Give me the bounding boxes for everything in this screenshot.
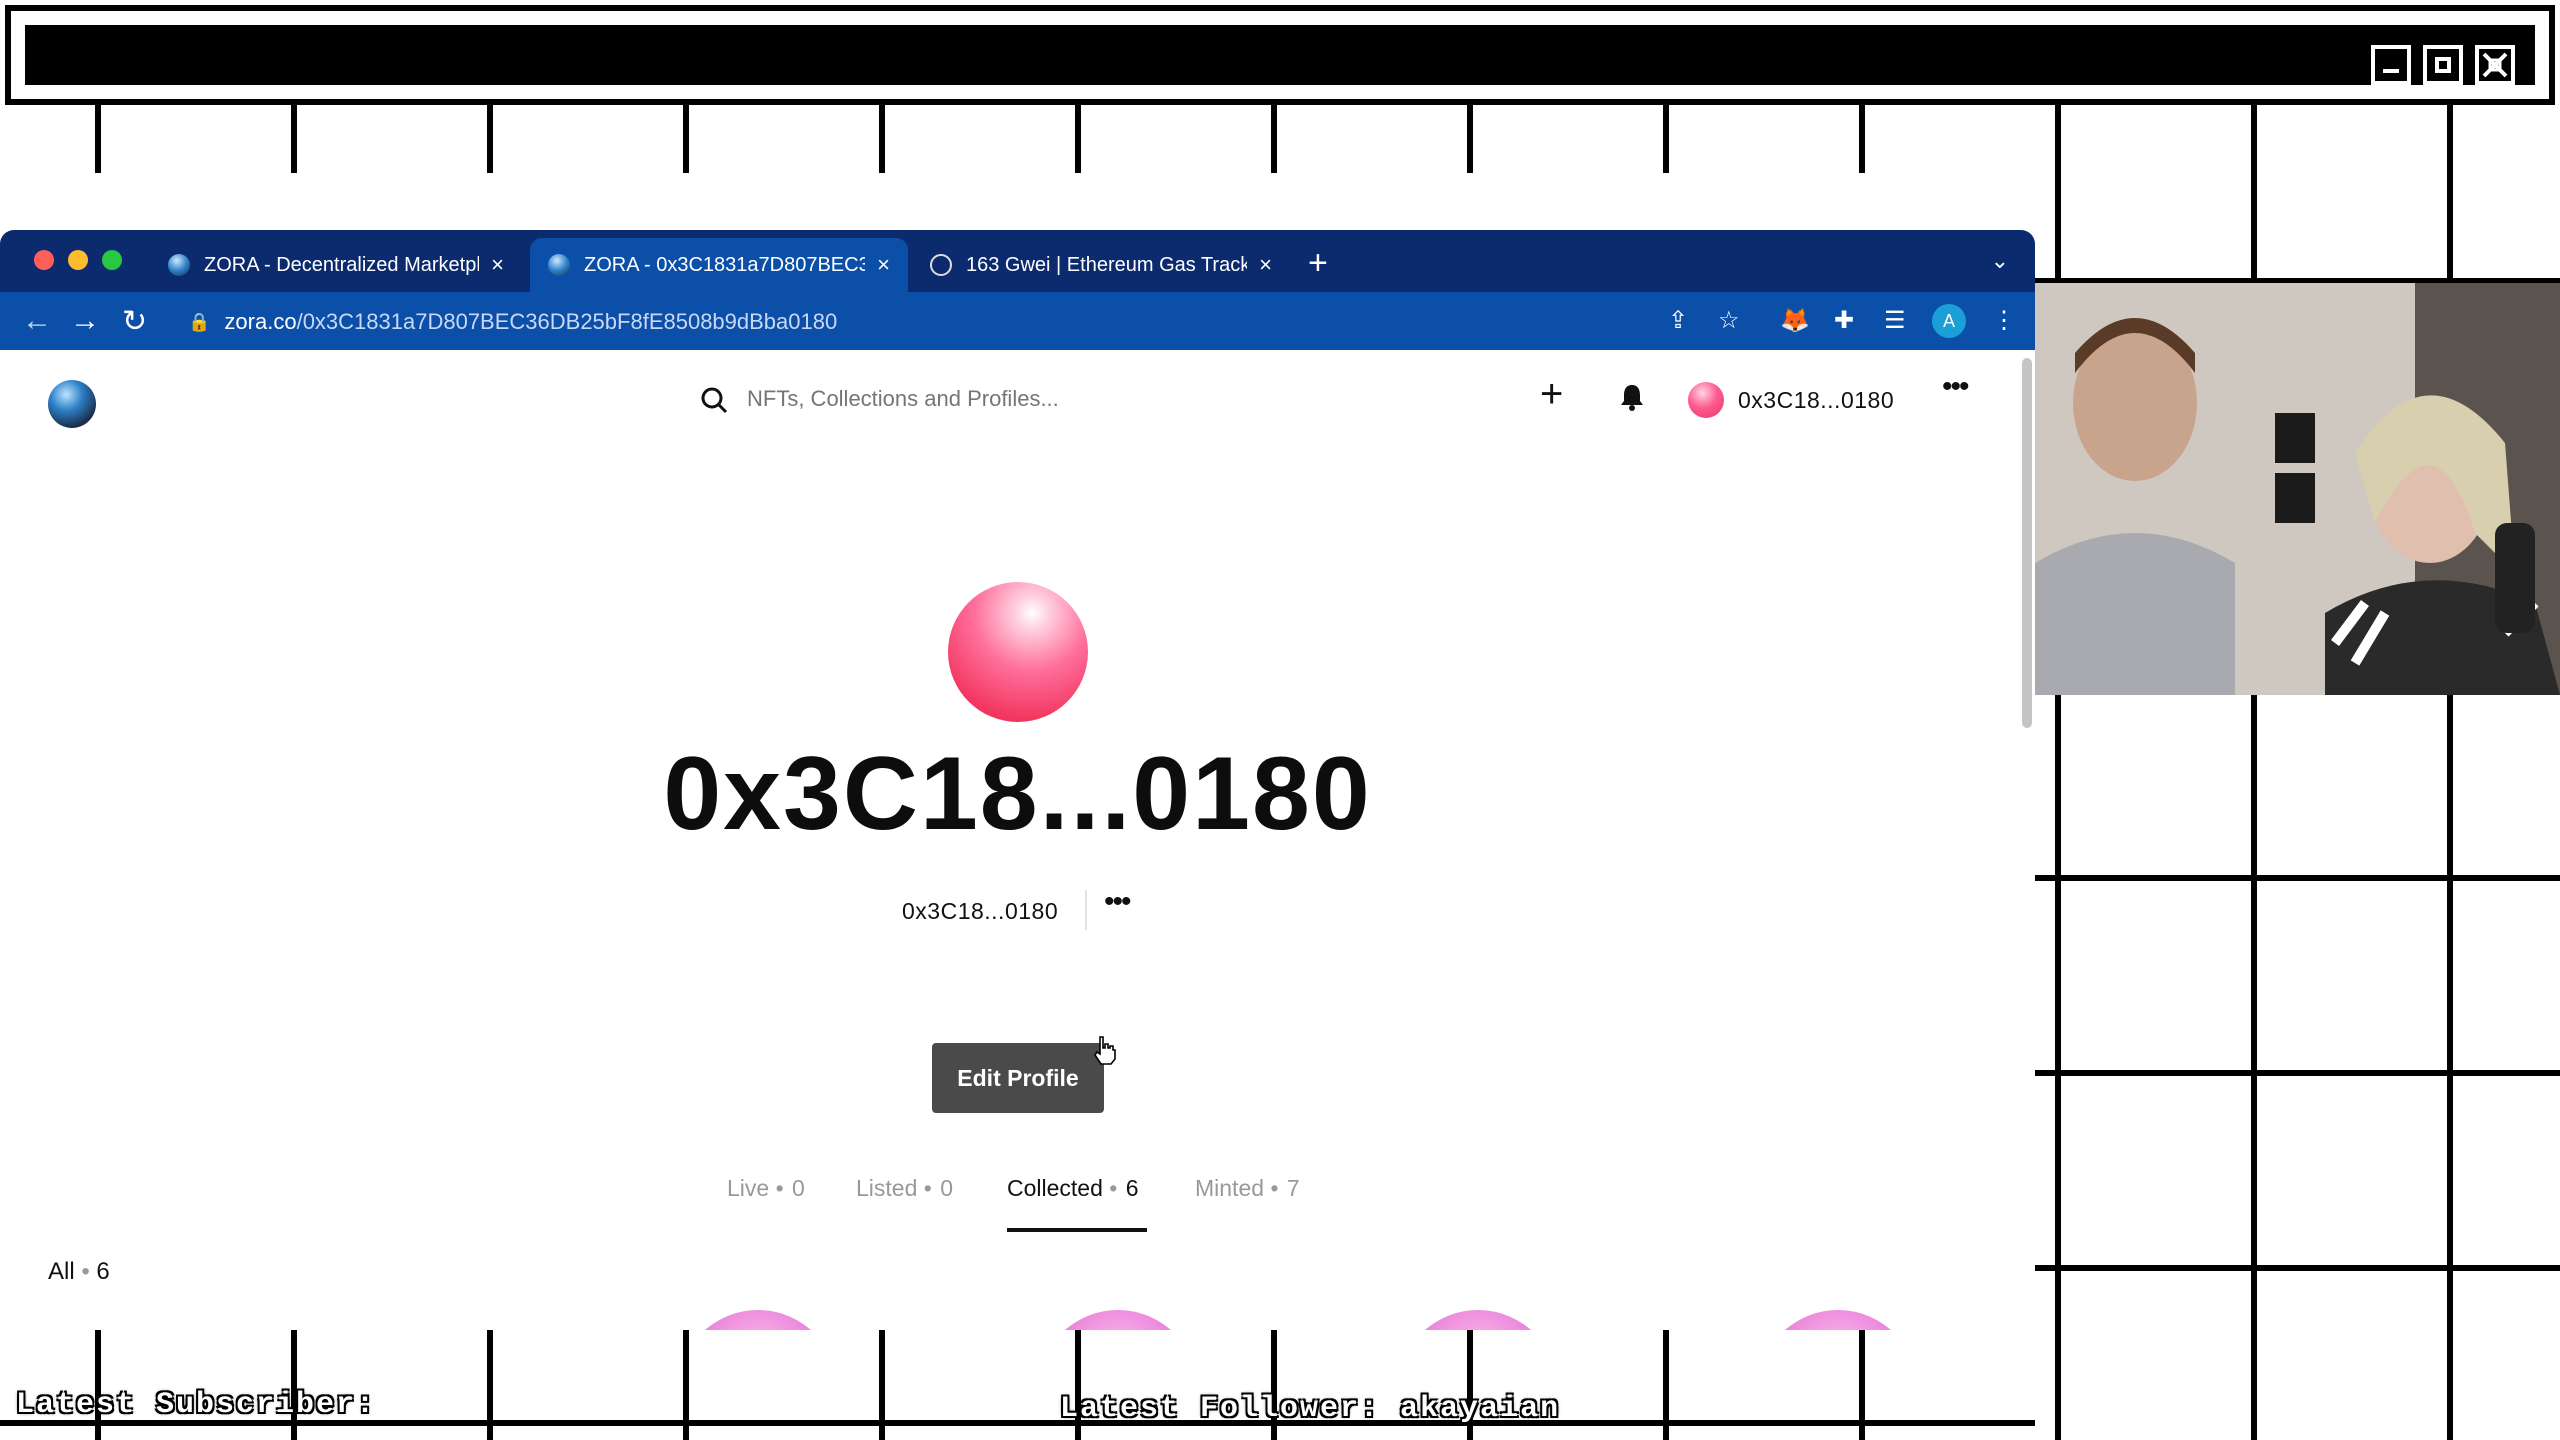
tab-count: 0 (792, 1175, 805, 1201)
forward-icon[interactable]: → (70, 304, 100, 338)
tab-label: Live (727, 1175, 770, 1201)
tab-label: Listed (856, 1175, 918, 1201)
filter-count: 6 (96, 1258, 110, 1285)
browser-window: ZORA - Decentralized Marketplace × ZORA … (0, 230, 2035, 1330)
minimize-window-button[interactable] (68, 250, 88, 270)
tab-title: ZORA - 0x3C1831a7D807BEC36DB25bF8fE8508b… (584, 253, 866, 276)
etherscan-favicon-icon (930, 254, 952, 276)
profile-more-icon[interactable]: ••• (1104, 885, 1131, 919)
account-name: 0x3C18...0180 (1738, 386, 1895, 413)
close-tab-icon[interactable]: × (491, 252, 504, 278)
filter-label: All (48, 1258, 75, 1285)
tab-bullet: • (1270, 1175, 1279, 1201)
tab-title: ZORA - Decentralized Marketplace (204, 253, 480, 276)
zora-favicon-icon (548, 254, 570, 276)
nft-thumbnail[interactable] (1758, 1310, 1918, 1330)
tab-gas-tracker[interactable]: 163 Gwei | Ethereum Gas Tracker × (912, 238, 1290, 292)
lock-icon: 🔒 (188, 311, 211, 332)
window-controls (2371, 45, 2515, 85)
close-tab-icon[interactable]: × (877, 252, 890, 278)
address-bar: ← → ↻ 🔒 zora.co /0x3C1831a7D807BEC36DB25… (0, 292, 2035, 350)
url-host: zora.co (224, 309, 297, 334)
account-avatar (1688, 382, 1724, 418)
edit-profile-button[interactable]: Edit Profile (932, 1043, 1104, 1113)
hand-cursor-icon (1094, 1036, 1116, 1065)
minimize-icon (2371, 45, 2411, 85)
tab-count: 0 (940, 1175, 954, 1201)
overlay-title-bar (5, 5, 2555, 105)
create-plus-button[interactable]: + (1540, 372, 1563, 417)
tab-count: 6 (1125, 1175, 1139, 1201)
browser-profile-avatar[interactable]: A (1932, 304, 1966, 338)
tab-bullet: • (1109, 1175, 1118, 1201)
tab-bar: ZORA - Decentralized Marketplace × ZORA … (0, 230, 2035, 292)
tab-count: 7 (1286, 1175, 1300, 1201)
active-tab-underline (1007, 1228, 1147, 1232)
filter-all[interactable]: All • 6 (48, 1258, 110, 1286)
tab-label: Minted (1195, 1175, 1265, 1201)
tab-minted[interactable]: Minted • 7 (1195, 1175, 1300, 1202)
webcam-feed (2035, 283, 2560, 695)
back-icon[interactable]: ← (22, 304, 52, 338)
close-tab-icon[interactable]: × (1259, 252, 1272, 278)
webcam-people-image (2035, 283, 2560, 695)
tab-listed[interactable]: Listed • 0 (856, 1175, 953, 1202)
tab-search-chevron-icon[interactable]: ⌄ (1991, 248, 2009, 274)
profile-display-name: 0x3C18...0180 (663, 736, 1372, 852)
zora-logo[interactable] (48, 380, 96, 428)
nft-thumbnail[interactable] (1038, 1310, 1198, 1330)
close-icon (2475, 45, 2515, 85)
reload-icon[interactable]: ↻ (122, 304, 147, 339)
search-input[interactable] (745, 380, 1349, 418)
extensions-puzzle-icon[interactable]: ✚ (1834, 306, 1854, 335)
reading-list-icon[interactable]: ☰ (1884, 306, 1906, 335)
account-menu[interactable]: 0x3C18...0180 (1688, 382, 1894, 418)
filter-bullet: • (81, 1258, 90, 1285)
tab-bullet: • (775, 1175, 784, 1201)
maximize-icon (2423, 45, 2463, 85)
zoom-window-button[interactable] (102, 250, 122, 270)
browser-menu-icon[interactable]: ⋮ (1992, 306, 2016, 335)
tab-bullet: • (923, 1175, 932, 1201)
tab-zora-marketplace[interactable]: ZORA - Decentralized Marketplace × (150, 238, 522, 292)
url-field[interactable]: 🔒 zora.co /0x3C1831a7D807BEC36DB25bF8fE8… (170, 302, 1640, 342)
header-more-icon[interactable]: ••• (1942, 370, 1969, 404)
overlay-title-bar-fill (25, 25, 2535, 85)
traffic-lights (34, 250, 122, 270)
scrollbar-thumb[interactable] (2022, 358, 2032, 728)
address-divider (1085, 890, 1087, 930)
tab-collected[interactable]: Collected • 6 (1007, 1175, 1139, 1202)
metamask-extension-icon[interactable]: 🦊 (1780, 306, 1810, 335)
new-tab-button[interactable]: + (1308, 244, 1328, 283)
bookmark-star-icon[interactable]: ☆ (1718, 306, 1740, 335)
profile-avatar (948, 582, 1088, 722)
tab-label: Collected (1007, 1175, 1103, 1201)
search-icon (701, 387, 728, 414)
latest-subscriber-label: Latest Subscriber: (16, 1388, 377, 1422)
tab-live[interactable]: Live • 0 (727, 1175, 805, 1202)
zora-page: + 0x3C18...0180 ••• 0x3C18...0180 0x3C18… (0, 350, 2035, 1330)
zora-favicon-icon (168, 254, 190, 276)
tab-title: 163 Gwei | Ethereum Gas Tracker (966, 253, 1248, 276)
latest-follower-label: Latest Follower: akayaian (1060, 1392, 1561, 1426)
nft-thumbnail[interactable] (678, 1310, 838, 1330)
notifications-bell-icon[interactable] (1618, 382, 1646, 412)
close-window-button[interactable] (34, 250, 54, 270)
nft-thumbnail[interactable] (1398, 1310, 1558, 1330)
share-icon[interactable]: ⇪ (1668, 306, 1688, 335)
url-path: /0x3C1831a7D807BEC36DB25bF8fE8508b9dBba0… (296, 309, 838, 334)
profile-address[interactable]: 0x3C18...0180 (902, 898, 1058, 925)
tab-zora-profile[interactable]: ZORA - 0x3C1831a7D807BEC36DB25bF8fE8508b… (530, 238, 908, 292)
